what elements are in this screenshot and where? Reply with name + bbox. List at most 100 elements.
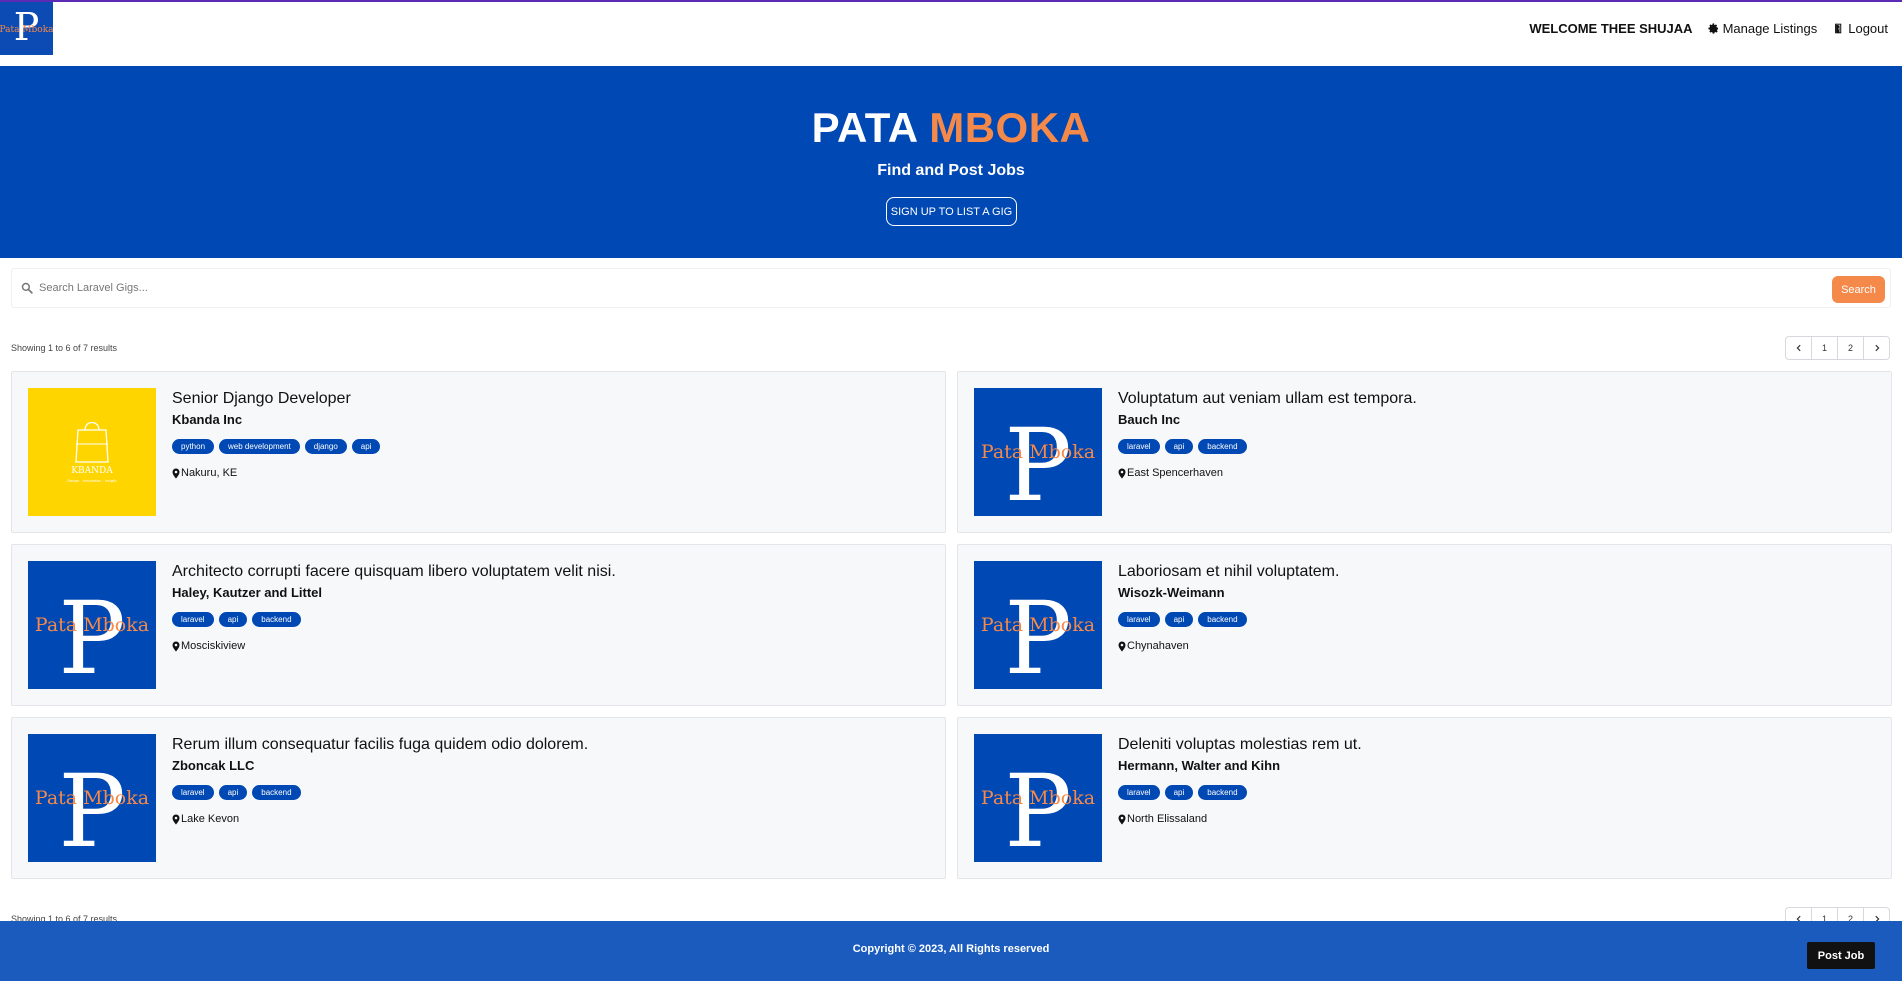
company-logo-tagline: Design · Innovation · Insight xyxy=(67,479,117,483)
tag-pill[interactable]: web development xyxy=(219,439,300,454)
location-pin-icon xyxy=(1118,641,1126,651)
chevron-right-icon xyxy=(1874,344,1879,352)
nav-right: Welcome Thee Shujaa Manage Listings Logo… xyxy=(1529,21,1888,36)
listing-title[interactable]: Architecto corrupti facere quisquam libe… xyxy=(172,563,616,581)
manage-listings-label: Manage Listings xyxy=(1722,21,1818,36)
pagination-page-1[interactable]: 1 xyxy=(1811,336,1838,360)
listing-title[interactable]: Senior Django Developer xyxy=(172,390,351,408)
company-logo[interactable]: P Pata Mboka xyxy=(28,734,156,862)
company-logo-text: Pata Mboka xyxy=(981,441,1095,463)
listing-company: Wisozk-Weimann xyxy=(1118,585,1225,600)
listing-tags: laravel api backend xyxy=(172,785,306,800)
hero-title-main: PATA xyxy=(811,104,918,151)
listing-title[interactable]: Deleniti voluptas molestias rem ut. xyxy=(1118,736,1362,754)
company-logo-text: Pata Mboka xyxy=(35,787,149,809)
listing-location: Nakuru, KE xyxy=(172,467,237,479)
listing-location-text: Lake Kevon xyxy=(181,813,240,825)
pagination-prev[interactable] xyxy=(1785,336,1812,360)
tag-pill[interactable]: api xyxy=(218,785,248,800)
pagination-page-2[interactable]: 2 xyxy=(1837,336,1864,360)
company-logo-graphic: PPata Mboka xyxy=(28,734,156,862)
listing-company: Kbanda Inc xyxy=(172,412,243,427)
company-logo[interactable]: P Pata Mboka xyxy=(28,561,156,689)
location-pin-icon xyxy=(172,641,180,651)
tag-pill[interactable]: python xyxy=(172,439,215,454)
listing-location-text: Mosciskiview xyxy=(181,640,246,652)
company-logo[interactable]: P Pata Mboka xyxy=(974,388,1102,516)
logout-link[interactable]: Logout xyxy=(1833,21,1888,36)
listing-location: North Elissaland xyxy=(1118,813,1207,825)
listing-card[interactable]: P Pata Mboka Laboriosam et nihil voluptate… xyxy=(957,544,1892,706)
location-pin-icon xyxy=(172,468,180,478)
location-pin-icon xyxy=(1118,468,1126,478)
company-logo[interactable]: P Pata Mboka xyxy=(974,561,1102,689)
company-logo-text: KBANDA xyxy=(71,466,113,476)
listing-card[interactable]: KBANDA Design · Innovation · Insight Senio… xyxy=(11,371,946,533)
company-logo-graphic: PPata Mboka xyxy=(28,561,156,689)
site-logo[interactable]: P Pata Mboka xyxy=(0,2,54,55)
search-button[interactable]: Search xyxy=(1832,276,1885,303)
company-logo-graphic: PPata Mboka xyxy=(974,561,1102,689)
listing-card[interactable]: P Pata Mboka Rerum illum consequatur facil… xyxy=(11,717,946,879)
company-logo[interactable]: P Pata Mboka xyxy=(974,734,1102,862)
tag-pill[interactable]: laravel xyxy=(172,612,214,627)
tag-pill[interactable]: backend xyxy=(252,785,301,800)
hero-subtitle: Find and Post Jobs xyxy=(877,162,1025,179)
listing-card[interactable]: P Pata Mboka Architecto corrupti facere qu… xyxy=(11,544,946,706)
copyright-text: Copyright © 2023, All Rights reserved xyxy=(852,943,1050,955)
company-logo-graphic: KBANDA Design · Innovation · Insight xyxy=(28,388,156,516)
site-logo-graphic: P Pata Mboka xyxy=(0,2,54,55)
footer: Copyright © 2023, All Rights reserved Po… xyxy=(0,921,1902,981)
listing-card[interactable]: P Pata Mboka Deleniti voluptas molestias r… xyxy=(957,717,1892,879)
tag-pill[interactable]: laravel xyxy=(1118,785,1160,800)
listing-location: Lake Kevon xyxy=(172,813,239,825)
listing-location: Chynahaven xyxy=(1118,640,1189,652)
tag-pill[interactable]: api xyxy=(1164,785,1194,800)
search-icon xyxy=(21,282,33,294)
listing-company: Hermann, Walter and Kihn xyxy=(1118,758,1281,773)
tag-pill[interactable]: backend xyxy=(1198,439,1247,454)
tag-pill[interactable]: laravel xyxy=(1118,439,1160,454)
company-logo-text: Pata Mboka xyxy=(981,787,1095,809)
search-input[interactable] xyxy=(39,277,1539,299)
listing-location-text: East Spencerhaven xyxy=(1127,467,1224,479)
manage-listings-link[interactable]: Manage Listings xyxy=(1707,21,1818,36)
listing-tags: laravel api backend xyxy=(1118,612,1252,627)
company-logo-text: Pata Mboka xyxy=(981,614,1095,636)
location-pin-icon xyxy=(1118,814,1126,824)
location-pin-icon xyxy=(172,814,180,824)
listing-tags: laravel api backend xyxy=(1118,439,1252,454)
listing-title[interactable]: Laboriosam et nihil voluptatem. xyxy=(1118,563,1339,581)
hero-title: PATA MBOKA xyxy=(0,104,1902,152)
company-logo-graphic: PPata Mboka xyxy=(974,388,1102,516)
tag-pill[interactable]: laravel xyxy=(1118,612,1160,627)
post-job-button[interactable]: Post Job xyxy=(1807,942,1875,969)
tag-pill[interactable]: api xyxy=(218,612,248,627)
tag-pill[interactable]: backend xyxy=(252,612,301,627)
tag-pill[interactable]: api xyxy=(351,439,381,454)
listing-title[interactable]: Rerum illum consequatur facilis fuga qui… xyxy=(172,736,588,754)
hero-title-accent: MBOKA xyxy=(929,104,1091,151)
listing-company: Haley, Kautzer and Littel xyxy=(172,585,323,600)
pagination-top: 1 2 xyxy=(1785,336,1890,360)
company-logo-graphic: PPata Mboka xyxy=(974,734,1102,862)
door-icon xyxy=(1835,23,1842,34)
listing-location: Mosciskiview xyxy=(172,640,245,652)
listing-card[interactable]: P Pata Mboka Voluptatum aut veniam ullam e… xyxy=(957,371,1892,533)
tag-pill[interactable]: api xyxy=(1164,439,1194,454)
signup-list-gig-button[interactable]: Sign Up to List a Gig xyxy=(886,197,1017,226)
listing-company: Bauch Inc xyxy=(1118,412,1181,427)
tag-pill[interactable]: laravel xyxy=(172,785,214,800)
chevron-left-icon xyxy=(1796,344,1801,352)
gear-icon xyxy=(1707,23,1718,34)
listing-title[interactable]: Voluptatum aut veniam ullam est tempora. xyxy=(1118,390,1417,408)
company-logo[interactable]: KBANDA Design · Innovation · Insight xyxy=(28,388,156,516)
listing-tags: python web development django api xyxy=(172,439,385,454)
pagination-next[interactable] xyxy=(1863,336,1890,360)
tag-pill[interactable]: backend xyxy=(1198,785,1247,800)
results-summary-top: Showing 1 to 6 of 7 results xyxy=(11,343,118,353)
tag-pill[interactable]: django xyxy=(304,439,347,454)
tag-pill[interactable]: api xyxy=(1164,612,1194,627)
navbar: P Pata Mboka Welcome Thee Shujaa Manage … xyxy=(0,2,1902,66)
tag-pill[interactable]: backend xyxy=(1198,612,1247,627)
